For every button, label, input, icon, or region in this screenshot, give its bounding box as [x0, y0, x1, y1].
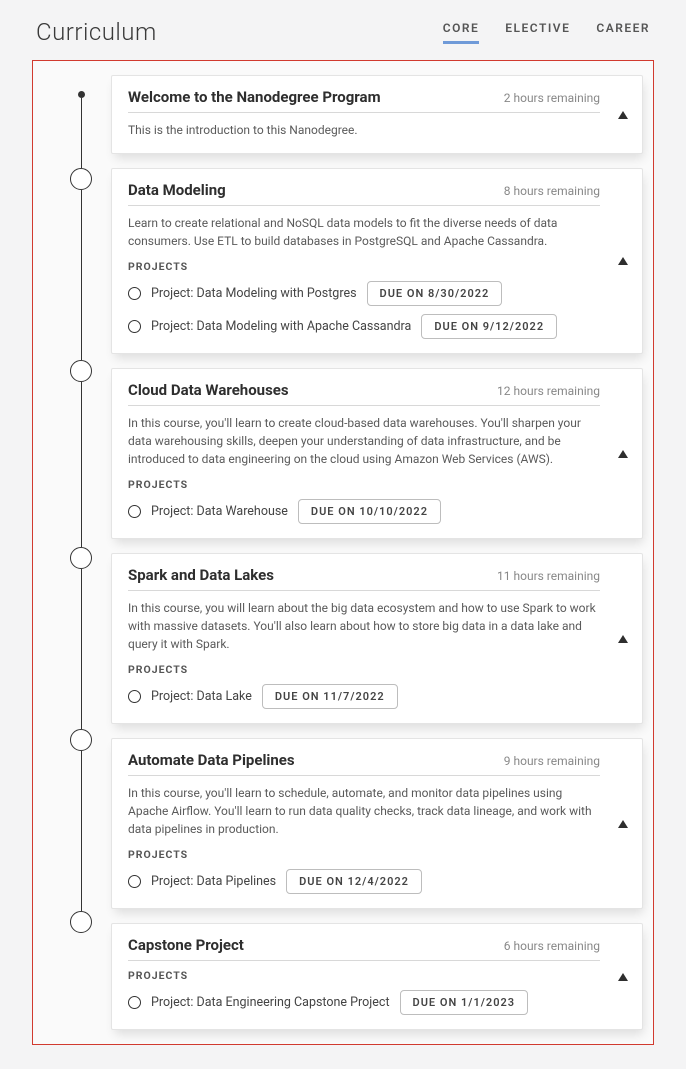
project-status-icon: [128, 996, 141, 1009]
card-title: Spark and Data Lakes: [128, 566, 274, 584]
course-card[interactable]: Automate Data Pipelines 9 hours remainin…: [111, 738, 643, 909]
project-row[interactable]: Project: Data Modeling with Postgres DUE…: [128, 281, 600, 306]
due-badge: DUE ON 12/4/2022: [286, 869, 422, 894]
course-card[interactable]: Capstone Project 6 hours remaining PROJE…: [111, 923, 643, 1030]
card-description: This is the introduction to this Nanodeg…: [128, 121, 600, 139]
tab-elective[interactable]: ELECTIVE: [505, 21, 570, 44]
timeline-node: [70, 168, 92, 190]
timeline-node: [70, 911, 92, 933]
project-row[interactable]: Project: Data Lake DUE ON 11/7/2022: [128, 684, 600, 709]
project-status-icon: [128, 875, 141, 888]
timeline-node: [70, 360, 92, 382]
content-frame: Welcome to the Nanodegree Program 2 hour…: [32, 60, 654, 1045]
time-remaining: 6 hours remaining: [504, 939, 600, 953]
timeline: [69, 89, 93, 1004]
project-status-icon: [128, 287, 141, 300]
page-title: Curriculum: [36, 18, 157, 46]
course-card[interactable]: Welcome to the Nanodegree Program 2 hour…: [111, 75, 643, 154]
project-row[interactable]: Project: Data Warehouse DUE ON 10/10/202…: [128, 499, 600, 524]
due-badge: DUE ON 9/12/2022: [421, 314, 557, 339]
card-description: Learn to create relational and NoSQL dat…: [128, 214, 600, 250]
project-row[interactable]: Project: Data Pipelines DUE ON 12/4/2022: [128, 869, 600, 894]
project-name: Project: Data Warehouse: [151, 504, 288, 519]
project-name: Project: Data Pipelines: [151, 874, 276, 889]
card-title: Data Modeling: [128, 181, 226, 199]
project-name: Project: Data Modeling with Apache Cassa…: [151, 319, 411, 334]
tab-core[interactable]: CORE: [443, 21, 480, 44]
due-badge: DUE ON 11/7/2022: [262, 684, 398, 709]
tabs: CORE ELECTIVE CAREER: [443, 21, 650, 44]
course-card[interactable]: Spark and Data Lakes 11 hours remaining …: [111, 553, 643, 724]
due-badge: DUE ON 8/30/2022: [367, 281, 503, 306]
tab-career[interactable]: CAREER: [596, 21, 650, 44]
projects-label: PROJECTS: [128, 969, 600, 982]
card-list: Welcome to the Nanodegree Program 2 hour…: [111, 75, 643, 1030]
timeline-dot: [78, 91, 85, 98]
card-description: In this course, you will learn about the…: [128, 599, 600, 653]
time-remaining: 11 hours remaining: [497, 569, 600, 583]
card-title: Cloud Data Warehouses: [128, 381, 289, 399]
collapse-up-icon[interactable]: [618, 257, 628, 265]
time-remaining: 12 hours remaining: [497, 384, 600, 398]
project-name: Project: Data Modeling with Postgres: [151, 286, 357, 301]
time-remaining: 8 hours remaining: [504, 184, 600, 198]
project-status-icon: [128, 320, 141, 333]
projects-label: PROJECTS: [128, 478, 600, 491]
collapse-up-icon[interactable]: [618, 450, 628, 458]
project-name: Project: Data Engineering Capstone Proje…: [151, 995, 390, 1010]
projects-label: PROJECTS: [128, 663, 600, 676]
card-description: In this course, you'll learn to create c…: [128, 414, 600, 468]
course-card[interactable]: Cloud Data Warehouses 12 hours remaining…: [111, 368, 643, 539]
project-row[interactable]: Project: Data Engineering Capstone Proje…: [128, 990, 600, 1015]
timeline-node: [70, 729, 92, 751]
header: Curriculum CORE ELECTIVE CAREER: [32, 18, 654, 46]
card-title: Automate Data Pipelines: [128, 751, 295, 769]
projects-label: PROJECTS: [128, 848, 600, 861]
time-remaining: 9 hours remaining: [504, 754, 600, 768]
project-row[interactable]: Project: Data Modeling with Apache Cassa…: [128, 314, 600, 339]
project-status-icon: [128, 505, 141, 518]
collapse-up-icon[interactable]: [618, 973, 628, 981]
card-title: Welcome to the Nanodegree Program: [128, 88, 381, 106]
due-badge: DUE ON 1/1/2023: [400, 990, 529, 1015]
projects-label: PROJECTS: [128, 260, 600, 273]
card-title: Capstone Project: [128, 936, 244, 954]
course-card[interactable]: Data Modeling 8 hours remaining Learn to…: [111, 168, 643, 354]
project-name: Project: Data Lake: [151, 689, 252, 704]
collapse-up-icon[interactable]: [618, 111, 628, 119]
time-remaining: 2 hours remaining: [504, 91, 600, 105]
collapse-up-icon[interactable]: [618, 820, 628, 828]
collapse-up-icon[interactable]: [618, 635, 628, 643]
timeline-node: [70, 547, 92, 569]
due-badge: DUE ON 10/10/2022: [298, 499, 441, 524]
card-description: In this course, you'll learn to schedule…: [128, 784, 600, 838]
project-status-icon: [128, 690, 141, 703]
